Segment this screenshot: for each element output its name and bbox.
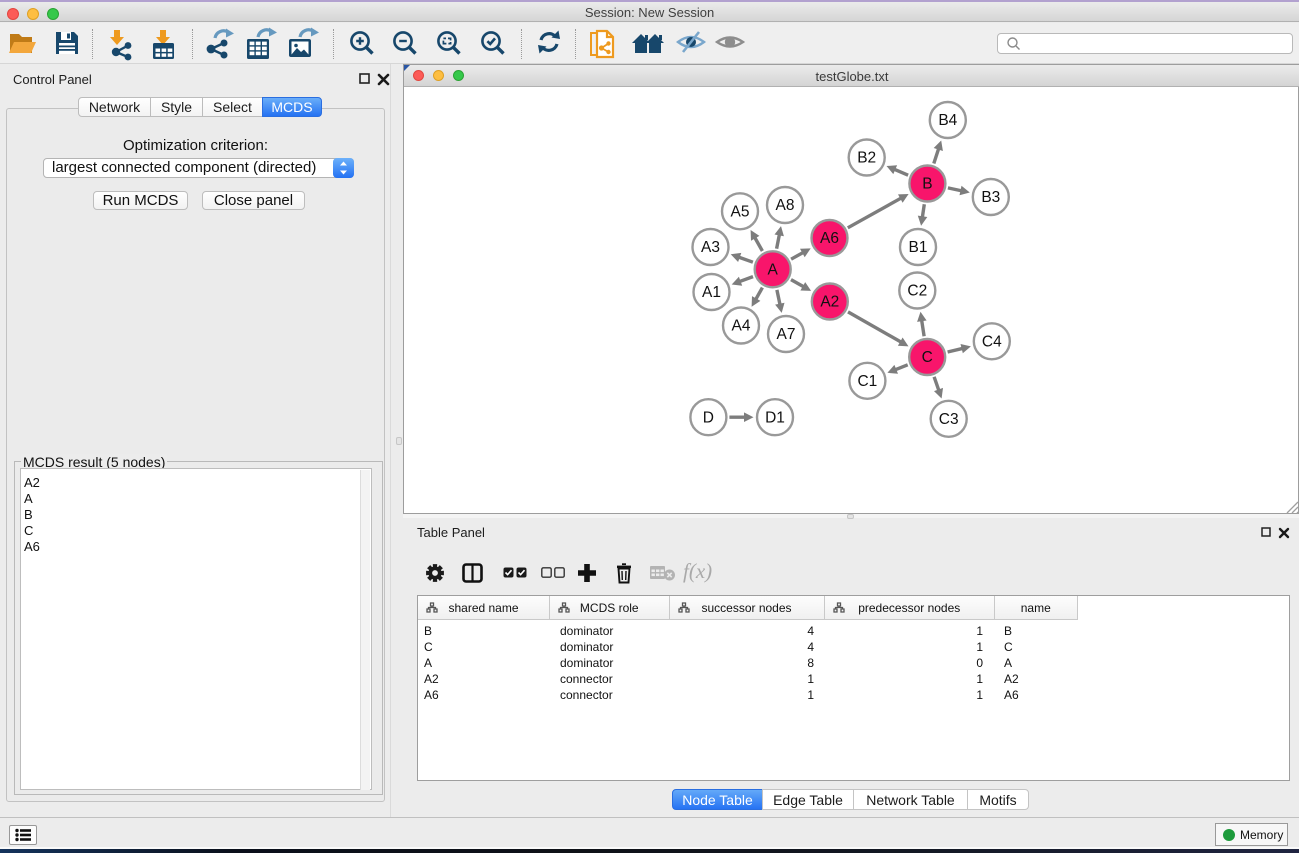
svg-text:B1: B1 xyxy=(909,239,928,256)
svg-text:B: B xyxy=(922,176,932,193)
svg-text:A6: A6 xyxy=(820,230,839,247)
svg-text:A8: A8 xyxy=(776,197,795,214)
svg-text:C4: C4 xyxy=(982,334,1002,351)
svg-text:D: D xyxy=(703,409,714,426)
svg-text:A5: A5 xyxy=(731,204,750,221)
svg-text:D1: D1 xyxy=(765,409,785,426)
svg-text:C1: C1 xyxy=(857,373,877,390)
svg-text:A2: A2 xyxy=(820,294,839,311)
svg-text:C2: C2 xyxy=(907,283,927,300)
svg-text:A4: A4 xyxy=(732,318,751,335)
svg-text:C: C xyxy=(922,349,933,366)
svg-text:B3: B3 xyxy=(981,189,1000,206)
svg-text:B4: B4 xyxy=(938,112,957,129)
svg-text:A: A xyxy=(768,262,779,279)
svg-text:A1: A1 xyxy=(702,284,721,301)
svg-text:A7: A7 xyxy=(777,326,796,343)
svg-text:B2: B2 xyxy=(857,150,876,167)
svg-text:C3: C3 xyxy=(939,411,959,428)
svg-text:A3: A3 xyxy=(701,239,720,256)
